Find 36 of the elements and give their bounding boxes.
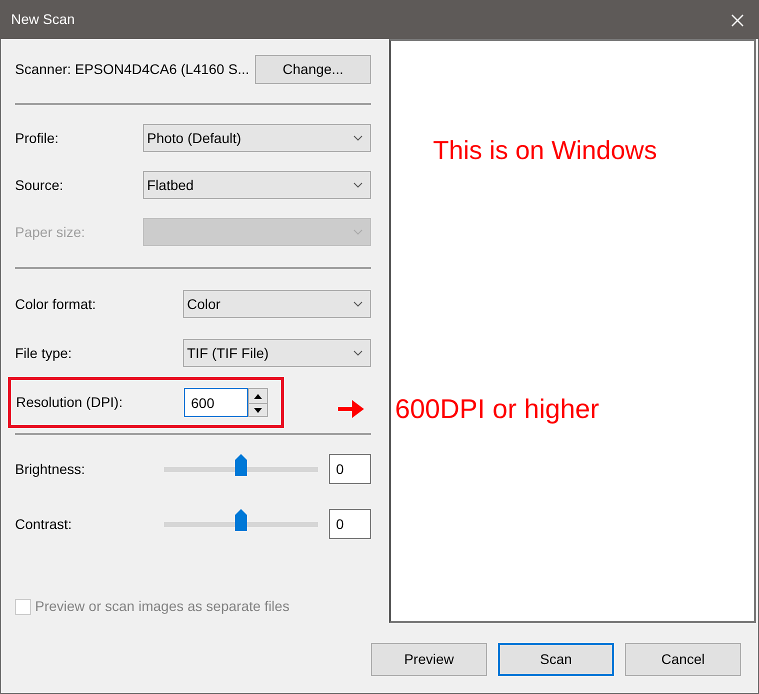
chevron-icon — [353, 182, 363, 188]
field-label: Color format: — [15, 294, 97, 314]
dropdown[interactable]: TIF (TIF File) — [183, 339, 371, 367]
close-icon[interactable] — [731, 14, 744, 27]
checkbox-label: Preview or scan images as separate files — [35, 597, 290, 616]
spin-buttons[interactable] — [248, 388, 268, 417]
field-label: File type: — [15, 344, 73, 363]
chevron-icon — [353, 135, 363, 141]
up-arrow-icon[interactable] — [254, 394, 262, 398]
down-arrow-icon[interactable] — [254, 408, 262, 413]
slider-thumb[interactable] — [235, 509, 247, 531]
number-field[interactable]: 600 — [184, 388, 248, 417]
field-label: Resolution (DPI): — [16, 393, 124, 412]
window-title: New Scan — [11, 10, 75, 29]
scanner-label: Scanner: EPSON4D4CA6 (L4160 S... — [15, 60, 250, 79]
chevron-icon — [353, 350, 363, 356]
dropdown[interactable]: Color — [183, 290, 371, 318]
field-label: Source: — [15, 176, 64, 194]
dropdown[interactable]: Flatbed — [143, 171, 371, 199]
value-field[interactable]: 0 — [329, 454, 371, 484]
field-label: Paper size: — [15, 222, 86, 242]
field-label: Contrast: — [15, 514, 73, 534]
dialog-button[interactable]: Scan — [498, 643, 614, 676]
dialog-button[interactable]: Cancel — [625, 643, 741, 676]
arrow-icon — [338, 400, 364, 418]
change-button[interactable]: Change... — [255, 55, 371, 84]
field-label: Profile: — [15, 128, 60, 148]
chevron-icon — [353, 301, 363, 307]
annotation-text: 600DPI or higher — [395, 393, 600, 426]
slider-thumb[interactable] — [235, 454, 247, 476]
chevron-icon — [353, 229, 363, 235]
dialog-button[interactable]: Preview — [371, 643, 487, 676]
value-field[interactable]: 0 — [329, 509, 371, 539]
dropdown[interactable]: Photo (Default) — [143, 124, 371, 152]
annotation-text: This is on Windows — [432, 134, 658, 167]
field-label: Brightness: — [15, 460, 86, 479]
